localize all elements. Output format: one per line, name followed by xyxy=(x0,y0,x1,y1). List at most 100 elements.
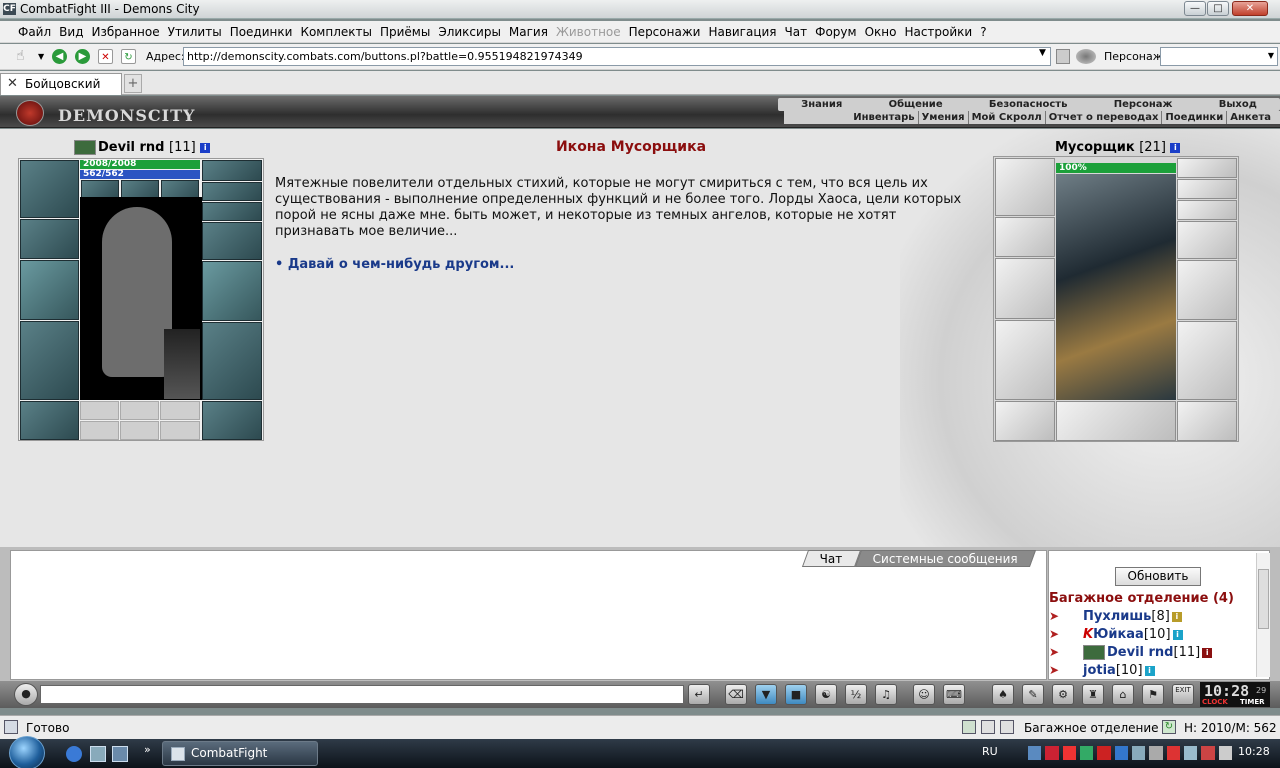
belt-slot[interactable] xyxy=(20,401,79,440)
address-field[interactable]: http://demonscity.combats.com/buttons.pl… xyxy=(183,47,1051,66)
nav-exit[interactable]: Выход xyxy=(1219,98,1257,111)
private-message-icon[interactable]: ➤ xyxy=(1049,663,1071,677)
tray-icon[interactable] xyxy=(1166,746,1180,760)
weapon-slot[interactable] xyxy=(995,258,1055,319)
earrings-slot[interactable] xyxy=(202,160,262,181)
leggings-slot[interactable] xyxy=(202,322,262,400)
persona-select[interactable]: ▼ xyxy=(1160,47,1278,66)
rings-slot[interactable] xyxy=(1177,200,1237,220)
armor-slot[interactable] xyxy=(995,320,1055,400)
status-list-icon[interactable] xyxy=(981,720,995,734)
menu-favorites[interactable]: Избранное xyxy=(87,25,163,39)
subnav-inventory[interactable]: Инвентарь xyxy=(850,111,919,124)
emblem-slot[interactable] xyxy=(1056,401,1176,441)
menu-techniques[interactable]: Приёмы xyxy=(376,25,434,39)
helmet-slot[interactable] xyxy=(995,158,1055,216)
amulet-slot[interactable] xyxy=(1177,179,1237,199)
private-message-icon[interactable]: ➤ xyxy=(1049,627,1071,641)
back-icon[interactable]: ◀ xyxy=(52,49,67,64)
helmet-icon[interactable]: ♜ xyxy=(1082,684,1104,705)
roster-row[interactable]: ➤ Пухлишь[8] i xyxy=(1049,609,1182,624)
player-name[interactable]: Devil rnd [11] i xyxy=(74,140,211,155)
status-clock-icon[interactable] xyxy=(962,720,976,734)
filter-icon[interactable]: ▼ xyxy=(755,684,777,705)
opponent-info-icon[interactable]: i xyxy=(1170,142,1181,153)
new-tab-button[interactable]: + xyxy=(124,74,142,93)
opponent-name[interactable]: Мусорщик [21] i xyxy=(1055,140,1181,155)
menu-characters[interactable]: Персонажи xyxy=(625,25,705,39)
start-button[interactable] xyxy=(9,736,45,768)
tab-system-messages[interactable]: Системные сообщения xyxy=(854,550,1036,567)
persons-icon[interactable] xyxy=(1076,49,1096,64)
menu-magic[interactable]: Магия xyxy=(505,25,552,39)
bracers-slot[interactable] xyxy=(20,219,79,259)
smiley-menu-icon[interactable]: ● xyxy=(14,683,38,706)
maximize-button[interactable]: □ xyxy=(1207,1,1229,16)
dialog-option-link[interactable]: • Давай о чем-нибудь другом... xyxy=(275,257,514,272)
subnav-transfer-report[interactable]: Отчет о переводах xyxy=(1046,111,1163,124)
info-icon[interactable]: i xyxy=(1171,611,1182,622)
tray-icon[interactable] xyxy=(1183,746,1198,760)
roster-name[interactable]: Юйкаа xyxy=(1093,627,1144,642)
scrollbar-thumb[interactable] xyxy=(1258,569,1269,629)
info-icon[interactable]: i xyxy=(1144,665,1155,676)
roster-scrollbar[interactable] xyxy=(1256,553,1270,677)
tab-chat[interactable]: Чат xyxy=(801,550,861,567)
info-icon[interactable]: i xyxy=(1202,647,1213,658)
keyboard-icon[interactable]: ⌨ xyxy=(943,684,965,705)
menu-chat[interactable]: Чат xyxy=(781,25,812,39)
roster-name[interactable]: jotia xyxy=(1083,663,1116,678)
map-icon[interactable]: ⚙ xyxy=(1052,684,1074,705)
address-dropdown-icon[interactable]: ▼ xyxy=(1039,48,1046,58)
flag-icon[interactable]: ⚑ xyxy=(1142,684,1164,705)
roster-row[interactable]: ➤ jotia[10] i xyxy=(1049,663,1155,678)
tab-fight-club[interactable]: ✕ Бойцовский клуб xyxy=(0,73,122,111)
amulet-slot[interactable] xyxy=(202,182,262,201)
weapon-slot[interactable] xyxy=(20,260,79,320)
boots-slot[interactable] xyxy=(1177,401,1237,441)
belt-slot[interactable] xyxy=(995,401,1055,441)
sound-icon[interactable]: ♫ xyxy=(875,684,897,705)
exit-button[interactable]: EXIT xyxy=(1172,684,1194,705)
menu-utilities[interactable]: Утилиты xyxy=(164,25,226,39)
helmet-slot[interactable] xyxy=(20,160,79,218)
timer-label[interactable]: TIMER xyxy=(1240,698,1265,706)
status-refresh-icon[interactable]: ↻ xyxy=(1162,720,1176,734)
refresh-icon[interactable]: ↻ xyxy=(121,49,136,64)
chat-log[interactable] xyxy=(10,550,1047,680)
ie-quicklaunch-icon[interactable] xyxy=(66,746,82,762)
empty-slot[interactable] xyxy=(120,421,159,440)
scroll-slots[interactable] xyxy=(202,202,262,221)
people-icon[interactable]: ☯ xyxy=(815,684,837,705)
bracers-slot[interactable] xyxy=(995,217,1055,257)
empty-slot[interactable] xyxy=(80,421,119,440)
armor-slot[interactable] xyxy=(20,321,79,400)
roster-row[interactable]: ➤ Devil rnd[11] i xyxy=(1049,645,1213,660)
quill-icon[interactable]: ✎ xyxy=(1022,684,1044,705)
home-icon[interactable]: ⌂ xyxy=(1112,684,1134,705)
subnav-my-scroll[interactable]: Мой Скролл xyxy=(969,111,1046,124)
minimize-button[interactable]: — xyxy=(1184,1,1206,16)
empty-slot[interactable] xyxy=(160,421,200,440)
menu-file[interactable]: Файл xyxy=(14,25,55,39)
refresh-button[interactable]: Обновить xyxy=(1115,567,1201,586)
subnav-profile[interactable]: Анкета xyxy=(1227,111,1274,124)
explorer-quicklaunch-icon[interactable] xyxy=(90,746,106,762)
menu-window[interactable]: Окно xyxy=(861,25,901,39)
emoticon-icon[interactable]: ☺ xyxy=(913,684,935,705)
page-icon[interactable] xyxy=(1056,49,1070,64)
history-dropdown-icon[interactable]: ▼ xyxy=(38,52,44,61)
menu-battles[interactable]: Поединки xyxy=(226,25,297,39)
close-button[interactable]: ✕ xyxy=(1232,1,1268,16)
roster-name[interactable]: Пухлишь xyxy=(1083,609,1151,624)
forward-icon[interactable]: ▶ xyxy=(75,49,90,64)
subnav-skills[interactable]: Умения xyxy=(919,111,969,124)
info-icon[interactable]: i xyxy=(1172,629,1183,640)
stop-icon[interactable]: ✕ xyxy=(98,49,113,64)
tray-icon[interactable] xyxy=(1114,746,1128,760)
gloves-slot[interactable] xyxy=(202,222,262,260)
clock-label[interactable]: CLOCK xyxy=(1202,698,1228,706)
bag-icon[interactable]: ♠ xyxy=(992,684,1014,705)
roster-name[interactable]: Devil rnd xyxy=(1107,645,1174,660)
nav-character[interactable]: Персонаж xyxy=(1114,98,1173,111)
